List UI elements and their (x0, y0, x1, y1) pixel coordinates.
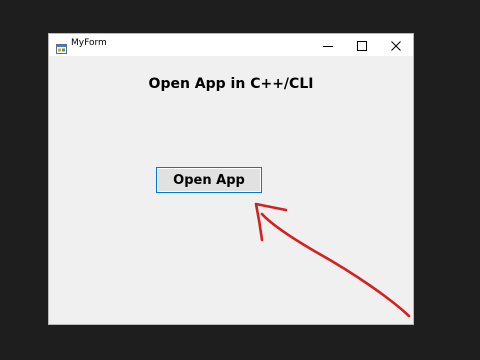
maximize-icon (357, 36, 367, 55)
maximize-button[interactable] (345, 34, 379, 56)
minimize-button[interactable] (311, 34, 345, 56)
minimize-icon (323, 36, 333, 55)
title-bar[interactable]: MyForm (49, 34, 413, 56)
winforms-app-icon (56, 39, 67, 54)
close-icon (391, 36, 401, 55)
app-window: MyForm Open App in C++/CLI Open App (48, 33, 414, 325)
open-app-button[interactable]: Open App (156, 167, 262, 193)
screen-background: MyForm Open App in C++/CLI Open App (0, 0, 480, 360)
close-button[interactable] (379, 34, 413, 56)
form-heading-label: Open App in C++/CLI (148, 76, 314, 92)
window-title: MyForm (71, 38, 107, 48)
